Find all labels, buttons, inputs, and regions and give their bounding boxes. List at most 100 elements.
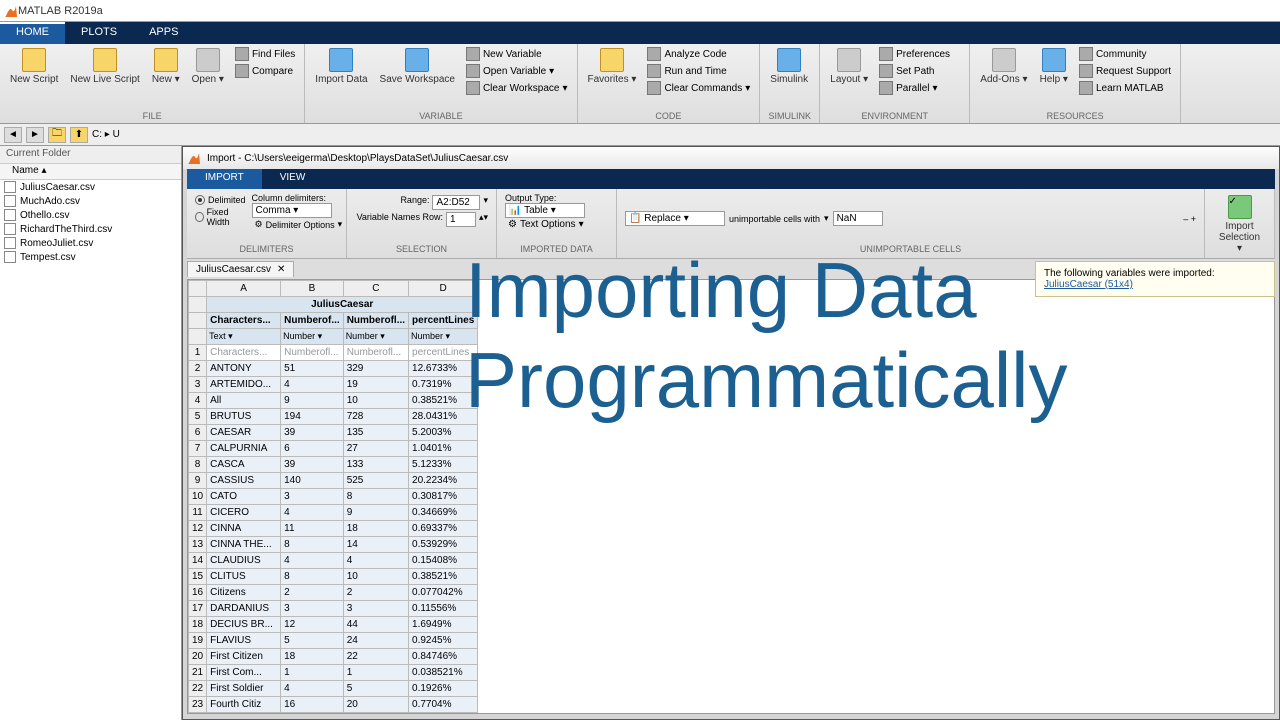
new-variable-button[interactable]: New Variable <box>463 46 571 62</box>
nan-input[interactable] <box>833 211 883 226</box>
col-header[interactable]: B <box>281 281 344 297</box>
compare-button[interactable]: Compare <box>232 63 298 79</box>
table-row[interactable]: 5BRUTUS19472828.0431% <box>189 409 478 425</box>
col-delim-label: Column delimiters: <box>252 193 346 203</box>
table-title: JuliusCaesar <box>207 297 478 313</box>
clear-commands-button[interactable]: Clear Commands ▾ <box>644 80 753 96</box>
table-row[interactable]: 21First Com...110.038521% <box>189 665 478 681</box>
clear-workspace-button[interactable]: Clear Workspace ▾ <box>463 80 571 96</box>
folder-icon[interactable]: 🗀 <box>48 127 66 143</box>
find-files-button[interactable]: Find Files <box>232 46 298 62</box>
table-row[interactable]: 23Fourth Citiz16200.7704% <box>189 697 478 713</box>
addons-button[interactable]: Add-Ons ▾ <box>976 46 1031 87</box>
table-row[interactable]: 12CINNA11180.69337% <box>189 521 478 537</box>
tab-home[interactable]: HOME <box>0 22 65 44</box>
file-icon <box>4 209 16 221</box>
help-button[interactable]: Help ▾ <box>1036 46 1072 87</box>
save-workspace-button[interactable]: Save Workspace <box>376 46 459 87</box>
table-row[interactable]: 20First Citizen18220.84746% <box>189 649 478 665</box>
new-script-button[interactable]: New Script <box>6 46 62 87</box>
layout-button[interactable]: Layout ▾ <box>826 46 872 87</box>
delimiter-select[interactable]: Comma ▾ <box>252 203 332 218</box>
tab-plots[interactable]: PLOTS <box>65 22 133 44</box>
community-button[interactable]: Community <box>1076 46 1174 62</box>
table-row[interactable]: 18DECIUS BR...12441.6949% <box>189 617 478 633</box>
table-row[interactable]: 7CALPURNIA6271.0401% <box>189 441 478 457</box>
set-path-button[interactable]: Set Path <box>876 63 953 79</box>
close-tab-icon[interactable]: ✕ <box>277 264 285 275</box>
imported-var-link[interactable]: JuliusCaesar (51x4) <box>1044 279 1133 290</box>
table-row[interactable]: 17DARDANIUS330.11556% <box>189 601 478 617</box>
delimited-radio[interactable]: Delimited <box>195 195 246 205</box>
range-input[interactable] <box>432 195 480 210</box>
learn-matlab-button[interactable]: Learn MATLAB <box>1076 80 1174 96</box>
fixed-width-radio[interactable]: Fixed Width <box>195 207 246 227</box>
table-row[interactable]: 2ANTONY5132912.6733% <box>189 361 478 377</box>
group-label-simulink: SIMULINK <box>766 109 813 121</box>
file-item[interactable]: MuchAdo.csv <box>0 194 181 208</box>
table-row[interactable]: 13CINNA THE...8140.53929% <box>189 537 478 553</box>
table-row[interactable]: 9CASSIUS14052520.2234% <box>189 473 478 489</box>
col-name[interactable]: Numberofl... <box>343 313 408 329</box>
path-text[interactable]: C: ▸ U <box>92 129 120 140</box>
delimiter-options-button[interactable]: ⚙ Delimiter Options ▾ <box>252 218 346 231</box>
request-support-button[interactable]: Request Support <box>1076 63 1174 79</box>
col-type[interactable]: Number ▾ <box>343 329 408 345</box>
text-options-button[interactable]: ⚙ Text Options ▾ <box>505 218 608 231</box>
nav-back-button[interactable]: ◄ <box>4 127 22 143</box>
file-item[interactable]: RichardTheThird.csv <box>0 222 181 236</box>
parallel-button[interactable]: Parallel ▾ <box>876 80 953 96</box>
var-names-row-input[interactable] <box>446 212 476 227</box>
table-row[interactable]: 6CAESAR391355.2003% <box>189 425 478 441</box>
col-name[interactable]: Numberof... <box>281 313 344 329</box>
simulink-button[interactable]: Simulink <box>766 46 812 87</box>
col-type[interactable]: Number ▾ <box>281 329 344 345</box>
col-header[interactable]: C <box>343 281 408 297</box>
matlab-logo-icon <box>187 151 201 165</box>
analyze-code-button[interactable]: Analyze Code <box>644 46 753 62</box>
overlay-title: Importing Data Programmatically <box>465 246 1067 425</box>
table-row[interactable]: 22First Soldier450.1926% <box>189 681 478 697</box>
file-col-name[interactable]: Name <box>12 165 39 176</box>
current-folder-title: Current Folder <box>0 146 181 164</box>
table-row[interactable]: 3ARTEMIDO...4190.7319% <box>189 377 478 393</box>
replace-select[interactable]: 📋 Replace ▾ <box>625 211 725 226</box>
run-and-time-button[interactable]: Run and Time <box>644 63 753 79</box>
new-live-script-button[interactable]: New Live Script <box>66 46 143 87</box>
import-tab-view[interactable]: VIEW <box>262 169 324 189</box>
table-row[interactable]: 11CICERO490.34669% <box>189 505 478 521</box>
import-tab-import[interactable]: IMPORT <box>187 169 262 189</box>
import-data-button[interactable]: Import Data <box>311 46 371 87</box>
up-folder-button[interactable]: ⬆ <box>70 127 88 143</box>
table-row[interactable]: 15CLITUS8100.38521% <box>189 569 478 585</box>
new-button[interactable]: New ▾ <box>148 46 184 87</box>
group-label-resources: RESOURCES <box>976 109 1174 121</box>
file-item[interactable]: Othello.csv <box>0 208 181 222</box>
output-type-select[interactable]: 📊 Table ▾ <box>505 203 585 218</box>
table-row[interactable]: 19FLAVIUS5240.9245% <box>189 633 478 649</box>
import-notification: The following variables were imported: J… <box>1035 261 1275 297</box>
file-icon <box>4 181 16 193</box>
tab-apps[interactable]: APPS <box>133 22 194 44</box>
file-icon <box>4 195 16 207</box>
table-row[interactable]: 16Citizens220.077042% <box>189 585 478 601</box>
open-button[interactable]: Open ▾ <box>188 46 228 87</box>
file-item[interactable]: Tempest.csv <box>0 250 181 264</box>
nav-forward-button[interactable]: ► <box>26 127 44 143</box>
col-type[interactable]: Text ▾ <box>207 329 281 345</box>
col-name[interactable]: Characters... <box>207 313 281 329</box>
import-window-title: Import - C:\Users\eeigerma\Desktop\Plays… <box>207 153 508 164</box>
favorites-button[interactable]: Favorites ▾ <box>584 46 641 87</box>
col-header[interactable]: A <box>207 281 281 297</box>
group-label-variable: VARIABLE <box>311 109 570 121</box>
file-item[interactable]: JuliusCaesar.csv <box>0 180 181 194</box>
file-item[interactable]: RomeoJuliet.csv <box>0 236 181 250</box>
import-selection-button[interactable]: ✓Import Selection ▾ <box>1213 193 1266 256</box>
table-row[interactable]: 4All9100.38521% <box>189 393 478 409</box>
preferences-button[interactable]: Preferences <box>876 46 953 62</box>
open-variable-button[interactable]: Open Variable ▾ <box>463 63 571 79</box>
file-tab[interactable]: JuliusCaesar.csv <box>196 264 271 275</box>
table-row[interactable]: 10CATO380.30817% <box>189 489 478 505</box>
table-row[interactable]: 8CASCA391335.1233% <box>189 457 478 473</box>
table-row[interactable]: 14CLAUDIUS440.15408% <box>189 553 478 569</box>
